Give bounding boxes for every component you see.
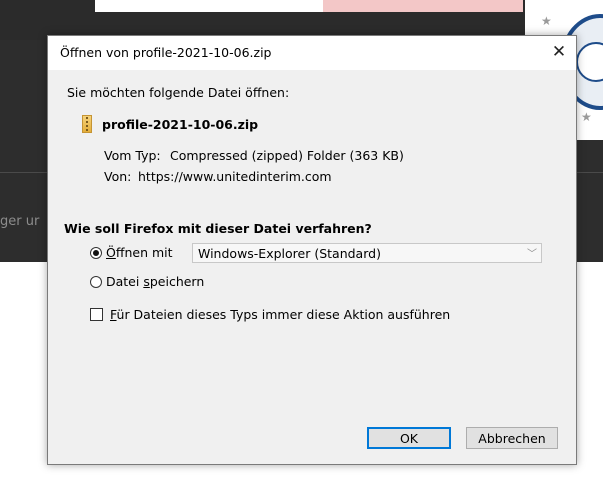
file-name: profile-2021-10-06.zip bbox=[102, 117, 259, 132]
open-with-text: ffnen mit bbox=[115, 245, 173, 260]
file-type-label: Vom Typ: bbox=[104, 148, 161, 163]
open-with-mnemonic: Ö bbox=[106, 245, 116, 260]
close-button[interactable]: ✕ bbox=[546, 40, 572, 64]
always-do-label[interactable]: Für Dateien dieses Typs immer diese Akti… bbox=[110, 307, 450, 322]
chevron-down-icon: ﹀ bbox=[527, 249, 537, 260]
file-source-label: Von: bbox=[104, 169, 132, 184]
file-type-value: Compressed (zipped) Folder (363 KB) bbox=[170, 148, 404, 163]
star-icon: ★ bbox=[581, 110, 592, 124]
open-with-app: Windows-Explorer (Standard) bbox=[198, 246, 381, 261]
cancel-button[interactable]: Abbrechen bbox=[466, 427, 558, 449]
save-file-label[interactable]: Datei speichern bbox=[106, 274, 204, 289]
zip-file-icon bbox=[82, 115, 92, 133]
close-icon: ✕ bbox=[551, 42, 567, 62]
action-question: Wie soll Firefox mit dieser Datei verfah… bbox=[64, 221, 372, 236]
open-with-label[interactable]: Öffnen mit bbox=[106, 245, 173, 260]
dialog-intro: Sie möchten folgende Datei öffnen: bbox=[67, 85, 290, 100]
page-top-strip bbox=[95, 0, 323, 12]
screen: ★ ★ ger ur Öffnen von profile-2021-10-06… bbox=[0, 0, 603, 483]
always-do-checkbox[interactable] bbox=[90, 308, 103, 321]
save-file-text-post: peichern bbox=[149, 274, 205, 289]
dialog-title: Öffnen von profile-2021-10-06.zip bbox=[60, 45, 272, 60]
dialog-titlebar[interactable]: Öffnen von profile-2021-10-06.zip ✕ bbox=[48, 36, 576, 70]
star-icon: ★ bbox=[541, 14, 552, 28]
file-source-value: https://www.unitedinterim.com bbox=[138, 169, 332, 184]
always-do-text: ür Dateien dieses Typs immer diese Aktio… bbox=[116, 307, 451, 322]
open-with-radio[interactable] bbox=[90, 247, 102, 259]
open-with-select[interactable]: Windows-Explorer (Standard) ﹀ bbox=[192, 243, 542, 263]
ok-button[interactable]: OK bbox=[367, 427, 451, 449]
page-top-banner bbox=[323, 0, 523, 12]
save-file-radio[interactable] bbox=[90, 276, 102, 288]
page-background-text: ger ur bbox=[0, 214, 40, 229]
save-file-text-pre: Datei bbox=[106, 274, 144, 289]
open-file-dialog: Öffnen von profile-2021-10-06.zip ✕ Sie … bbox=[47, 35, 577, 465]
